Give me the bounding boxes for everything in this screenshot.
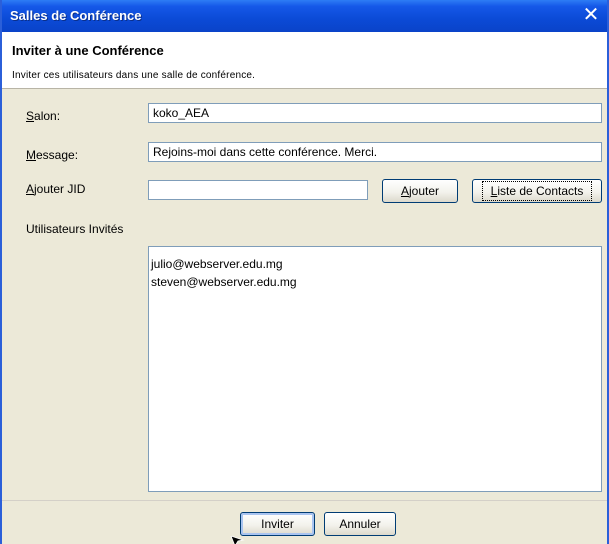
contact-list-button-rest: iste de Contacts — [497, 184, 584, 198]
list-item[interactable]: julio@webserver.edu.mg — [151, 255, 591, 273]
message-label-rest: essage: — [36, 148, 79, 162]
message-input[interactable] — [148, 142, 602, 162]
header-panel: Inviter à une Conférence Inviter ces uti… — [2, 32, 607, 89]
room-input[interactable] — [148, 103, 602, 123]
dialog-description: Inviter ces utilisateurs dans une salle … — [12, 70, 256, 81]
add-jid-label-mnemonic: A — [26, 182, 35, 196]
add-jid-input[interactable] — [148, 180, 368, 200]
add-button-mnemonic: A — [400, 184, 409, 198]
cancel-button[interactable]: Annuler — [324, 512, 396, 536]
footer-separator — [2, 500, 607, 501]
title-bar[interactable]: Salles de Conférence ✕ — [2, 0, 607, 32]
add-button[interactable]: Ajouter — [382, 179, 458, 203]
room-label: Salon: — [26, 109, 60, 123]
window-title: Salles de Conférence — [10, 8, 142, 23]
invited-users-list[interactable]: julio@webserver.edu.mg steven@webserver.… — [148, 246, 602, 492]
close-icon[interactable]: ✕ — [581, 4, 601, 26]
mouse-cursor-icon — [230, 536, 245, 544]
room-label-mnemonic: S — [26, 109, 35, 123]
invite-button[interactable]: Inviter — [240, 512, 315, 536]
contact-list-button[interactable]: Liste de Contacts — [472, 179, 602, 203]
dialog-heading: Inviter à une Conférence — [12, 43, 164, 58]
list-item[interactable]: steven@webserver.edu.mg — [151, 273, 591, 291]
invited-users-label: Utilisateurs Invités — [26, 222, 124, 236]
add-button-rest: jouter — [408, 184, 440, 198]
message-label: Message: — [26, 148, 78, 162]
conference-dialog-window: Salles de Conférence ✕ Inviter à une Con… — [0, 0, 609, 544]
add-jid-label-rest: jouter JID — [34, 182, 86, 196]
message-label-mnemonic: M — [26, 148, 36, 162]
add-jid-label: Ajouter JID — [26, 182, 85, 196]
room-label-rest: alon: — [34, 109, 61, 123]
contact-list-button-focus: Liste de Contacts — [481, 181, 593, 201]
